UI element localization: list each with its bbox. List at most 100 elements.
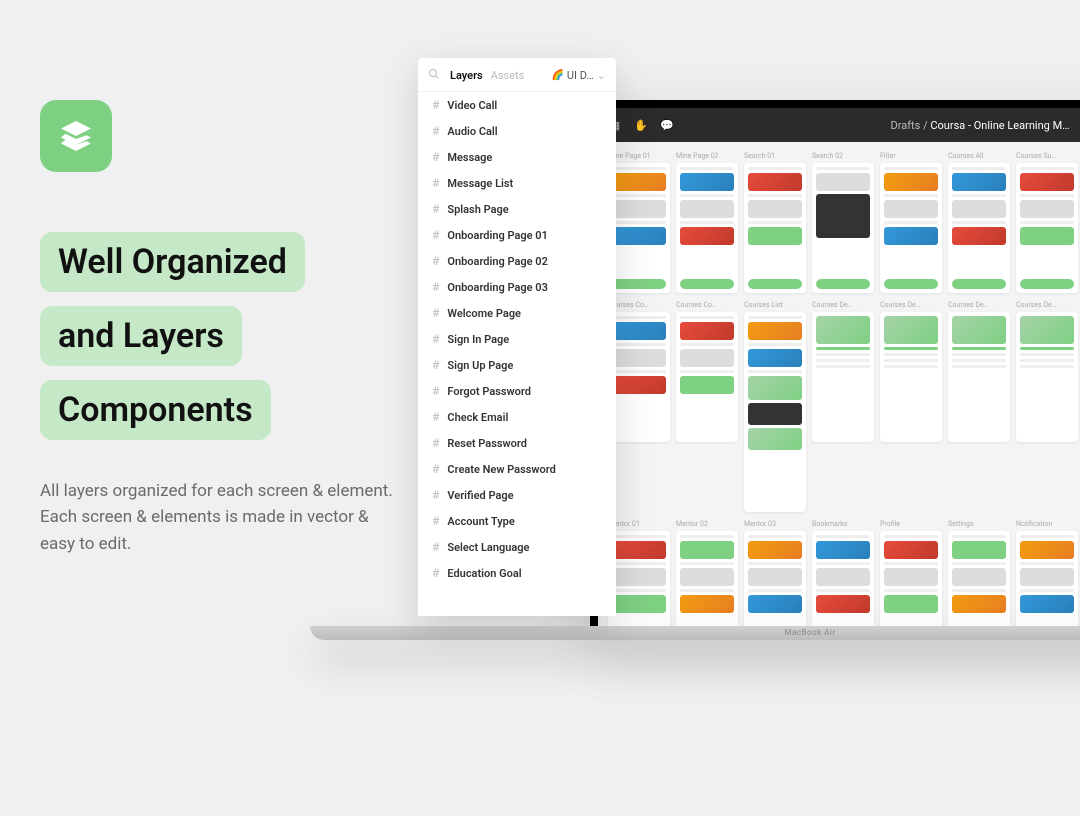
layer-label: Education Goal [447, 567, 521, 580]
layer-label: Select Language [447, 541, 529, 554]
artboard-label: Mentor 02 [676, 520, 738, 528]
artboard-thumbnail [744, 163, 806, 293]
artboard[interactable]: Courses De… [812, 301, 874, 512]
artboard[interactable]: Notification [1016, 520, 1078, 630]
artboard[interactable]: Courses List [744, 301, 806, 512]
artboard-thumbnail [880, 312, 942, 442]
layer-item[interactable]: #Sign In Page [418, 326, 616, 352]
layer-label: Verified Page [447, 489, 513, 502]
artboard[interactable]: Courses De… [1016, 301, 1078, 512]
layer-item[interactable]: #Sign Up Page [418, 352, 616, 378]
frame-icon: # [432, 202, 439, 216]
artboard[interactable]: Mine Page 02 [676, 152, 738, 293]
layers-badge [40, 100, 112, 172]
artboard-label: Mentor 03 [744, 520, 806, 528]
layer-label: Onboarding Page 02 [447, 255, 547, 268]
layer-label: Reset Password [447, 437, 527, 450]
layer-item[interactable]: #Message List [418, 170, 616, 196]
artboard-thumbnail [608, 163, 670, 293]
layer-label: Sign Up Page [447, 359, 513, 372]
layer-label: Splash Page [447, 203, 508, 216]
tab-layers[interactable]: Layers [450, 69, 483, 82]
layer-item[interactable]: #Check Email [418, 404, 616, 430]
layer-item[interactable]: #Forgot Password [418, 378, 616, 404]
layer-item[interactable]: #Account Type [418, 508, 616, 534]
layers-panel-header: Layers Assets 🌈 UI D… ⌄ [418, 58, 616, 92]
artboard[interactable]: Courses De… [948, 301, 1010, 512]
artboard-thumbnail [948, 312, 1010, 442]
layer-item[interactable]: # Verified Page [418, 482, 616, 508]
artboard[interactable]: Courses Co… [608, 301, 670, 512]
artboard-label: Filter [880, 152, 942, 160]
artboard-label: Mine Page 02 [676, 152, 738, 160]
figma-screen: ▦ ✋ 💬 Drafts / Coursa - Online Learning … [598, 108, 1080, 630]
laptop-mockup: ▦ ✋ 💬 Drafts / Coursa - Online Learning … [590, 100, 1080, 640]
layer-item[interactable]: #Education Goal [418, 560, 616, 586]
artboard[interactable]: Filter [880, 152, 942, 293]
breadcrumb-sep: / [923, 119, 928, 132]
layer-label: Video Call [447, 99, 497, 112]
layer-label: Audio Call [447, 125, 497, 138]
frame-icon: # [432, 384, 439, 398]
figma-canvas[interactable]: Mine Page 01 Mine Page 02 Search 01Search … [598, 142, 1080, 630]
frame-icon: # [432, 462, 439, 476]
layer-item[interactable]: # Video Call [418, 92, 616, 118]
artboard[interactable]: Profile [880, 520, 942, 630]
artboard-label: Courses List [744, 301, 806, 309]
laptop-base: MacBook Air [310, 626, 1080, 640]
artboard[interactable]: Mentor 02 [676, 520, 738, 630]
artboard-thumbnail [1016, 163, 1078, 293]
artboard[interactable]: Settings [948, 520, 1010, 630]
tab-assets[interactable]: Assets [491, 69, 525, 82]
file-dropdown[interactable]: 🌈 UI D… ⌄ [551, 69, 606, 82]
breadcrumb[interactable]: Drafts / Coursa - Online Learning M… ⌄ [686, 119, 1080, 132]
artboard-label: Bookmarks [812, 520, 874, 528]
layer-item[interactable]: #Welcome Page [418, 300, 616, 326]
frame-icon: # [432, 98, 439, 112]
artboard[interactable]: Courses Su… [1016, 152, 1078, 293]
artboard-thumbnail [744, 531, 806, 630]
layer-item[interactable]: #Create New Password [418, 456, 616, 482]
artboard[interactable]: Courses Co… [676, 301, 738, 512]
layer-item[interactable]: #Onboarding Page 01 [418, 222, 616, 248]
layers-icon [58, 118, 94, 154]
artboard[interactable]: Mine Page 01 [608, 152, 670, 293]
artboard-thumbnail [812, 312, 874, 442]
artboard-thumbnail [948, 531, 1010, 630]
artboard-label: Courses De… [948, 301, 1010, 309]
artboard-thumbnail [744, 312, 806, 512]
artboard[interactable]: Search 01 [744, 152, 806, 293]
comment-tool-icon[interactable]: 💬 [660, 118, 674, 132]
search-icon[interactable] [428, 68, 440, 83]
layer-item[interactable]: # Onboarding Page 03 [418, 274, 616, 300]
frame-icon: # [432, 280, 439, 294]
artboard-thumbnail [608, 312, 670, 442]
breadcrumb-project: Coursa - Online Learning M… [930, 119, 1069, 132]
frame-icon: # [432, 488, 439, 502]
artboard[interactable]: Mentor 03 [744, 520, 806, 630]
description-text: All layers organized for each screen & e… [40, 478, 400, 557]
artboard[interactable]: Mentor 01 [608, 520, 670, 630]
headline-1: Well Organized [40, 232, 305, 292]
layer-item[interactable]: #Onboarding Page 02 [418, 248, 616, 274]
artboard-thumbnail [812, 531, 874, 630]
artboard[interactable]: Search 02 [812, 152, 874, 293]
artboard[interactable]: Courses De… [880, 301, 942, 512]
artboard-label: Courses De… [880, 301, 942, 309]
artboard[interactable]: Bookmarks [812, 520, 874, 630]
layer-item[interactable]: # Reset Password [418, 430, 616, 456]
artboard-label: Mentor 01 [608, 520, 670, 528]
artboard-label: Courses De… [812, 301, 874, 309]
layer-item[interactable]: #Message [418, 144, 616, 170]
artboard-label: Courses All [948, 152, 1010, 160]
artboard[interactable]: Courses All [948, 152, 1010, 293]
layer-label: Welcome Page [447, 307, 521, 320]
hand-tool-icon[interactable]: ✋ [634, 118, 648, 132]
layer-label: Onboarding Page 03 [447, 281, 547, 294]
frame-icon: # [432, 436, 439, 450]
artboard-thumbnail [676, 531, 738, 630]
layer-item[interactable]: # Splash Page [418, 196, 616, 222]
layer-item[interactable]: #Select Language [418, 534, 616, 560]
layer-label: Message List [447, 177, 513, 190]
layer-item[interactable]: #Audio Call [418, 118, 616, 144]
